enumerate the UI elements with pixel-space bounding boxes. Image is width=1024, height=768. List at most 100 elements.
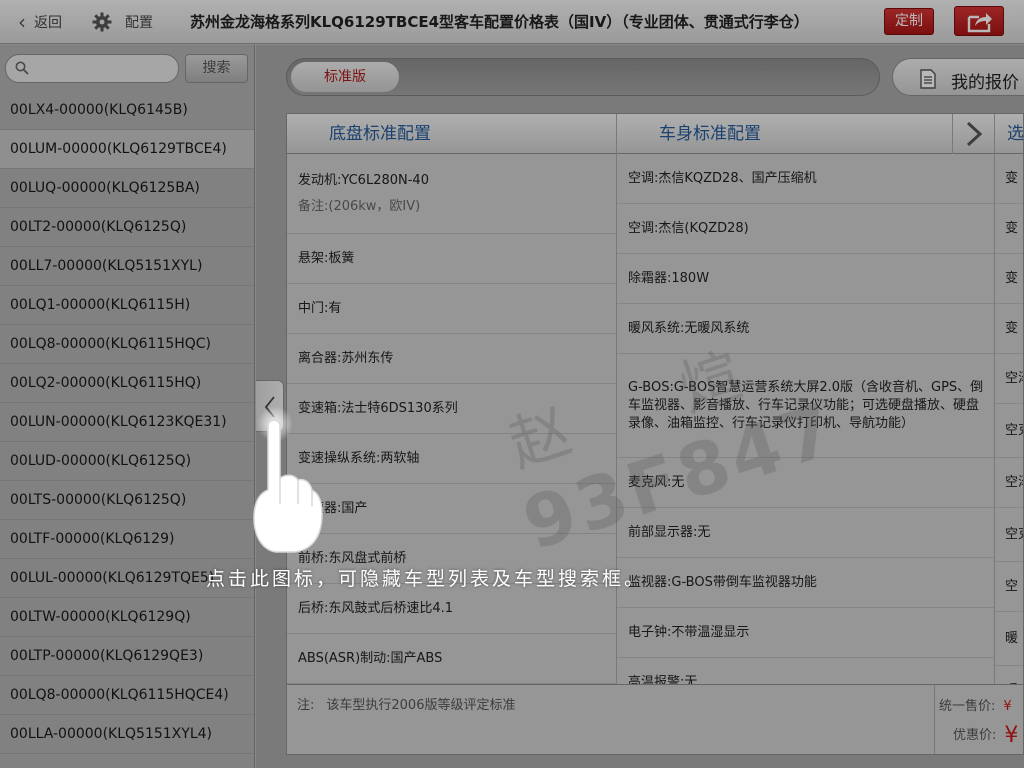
table-cell: 空克 (995, 508, 1023, 562)
cell-text: 离合器:苏州东传 (298, 350, 394, 366)
table-cell: 变速箱:法士特6DS130系列 (287, 384, 616, 434)
back-label: 返回 (34, 15, 62, 31)
table-cell: 空克 (995, 404, 1023, 458)
discount-price-label: 优惠价: (953, 728, 997, 743)
model-list: 00LX4-00000(KLQ6145B) 00LUM-00000(KLQ6129… (0, 91, 254, 754)
cell-text: 暖风系统:无暖风系统 (628, 320, 750, 336)
column-body: 空调:杰信KQZD28、国产压缩机 空调:杰信(KQZD28) 除霜器:180W 暖风… (617, 154, 995, 684)
model-list-item[interactable]: 00LX4-00000(KLQ6145B) (0, 91, 254, 130)
retail-price-currency: ¥ (1003, 699, 1012, 714)
main-panel: 标准版 我的报价 底盘标准配置 车身标准配置 选 发动机:YC6L280N-40… (256, 45, 1024, 768)
back-button[interactable]: ‹ 返回 (18, 10, 62, 34)
column-header-optional: 选 (1007, 124, 1024, 144)
config-button[interactable]: 配置 (92, 10, 153, 34)
version-tab-bar: 标准版 (286, 58, 880, 96)
search-box (5, 54, 179, 83)
search-button[interactable]: 搜索 (185, 54, 248, 83)
cell-text: 中门:有 (298, 300, 342, 316)
customize-button[interactable]: 定制 (884, 8, 934, 35)
cell-text: ABS(ASR)制动:国产ABS (298, 650, 443, 666)
cell-text: 悬架:板簧 (298, 250, 355, 266)
chevron-right-icon (966, 122, 983, 146)
table-cell: 前部显示器:无 (617, 508, 994, 558)
model-list-item[interactable]: 00LUM-00000(KLQ6129TBCE4) (0, 130, 254, 169)
cell-note: 备注:(206kw，欧IV) (298, 198, 421, 214)
model-sidebar: 搜索 00LX4-00000(KLQ6145B) 00LUM-00000(KLQ6… (0, 45, 255, 768)
discount-price: 优惠价: ¥ (953, 723, 1018, 748)
table-cell: 高温报警:无 (617, 658, 994, 685)
table-cell: 电子钟:不带温湿显示 (617, 608, 994, 658)
share-button[interactable] (954, 6, 1004, 36)
table-cell: 空泽 (995, 458, 1023, 508)
model-list-item[interactable]: 00LL7-00000(KLQ5151XYL) (0, 247, 254, 286)
config-table: 底盘标准配置 车身标准配置 选 发动机:YC6L280N-40 备注:(206kw… (286, 113, 1024, 755)
chevron-left-icon: ‹ (18, 10, 26, 34)
table-cell: 发动机:YC6L280N-40 备注:(206kw，欧IV) (287, 154, 616, 234)
model-list-item[interactable]: 00LQ2-00000(KLQ6115HQ) (0, 364, 254, 403)
model-list-item[interactable]: 00LUN-00000(KLQ6123KQE31) (0, 403, 254, 442)
table-cell: 空调:杰信KQZD28、国产压缩机 (617, 154, 994, 204)
model-list-item[interactable]: 00LUQ-00000(KLQ6125BA) (0, 169, 254, 208)
column-optional: 变变变变空泽空克空泽空克空暖暖 (995, 154, 1023, 684)
collapse-sidebar-button[interactable] (256, 380, 284, 432)
chevron-left-icon (264, 396, 275, 418)
model-list-item[interactable]: 00LQ8-00000(KLQ6115HQCE4) (0, 676, 254, 715)
next-column-button[interactable] (953, 114, 995, 154)
my-quote-button[interactable]: 我的报价 (892, 58, 1024, 96)
column-header-chassis: 底盘标准配置 (287, 114, 617, 154)
column-chassis: 发动机:YC6L280N-40 备注:(206kw，欧IV) 悬架:板簧中门:有离合… (287, 154, 617, 684)
price-box: 统一售价: ¥ 优惠价: ¥ (935, 684, 1023, 754)
search-input[interactable] (34, 59, 174, 79)
retail-price-label: 统一售价: (939, 699, 996, 714)
footer-note-label: 注: (297, 698, 315, 713)
my-quote-label: 我的报价 (951, 73, 1019, 93)
page-title: 苏州金龙海格系列KLQ6129TBCE4型客车配置价格表（国IV）（专业团体、贯… (190, 13, 809, 31)
table-body: 发动机:YC6L280N-40 备注:(206kw，欧IV) 悬架:板簧中门:有离合… (287, 154, 1023, 684)
table-cell: 暖风系统:无暖风系统 (617, 304, 994, 354)
table-cell: 中门:有 (287, 284, 616, 334)
model-list-item[interactable]: 00LTW-00000(KLQ6129Q) (0, 598, 254, 637)
cell-text: 空调:杰信KQZD28、国产压缩机 (628, 170, 817, 186)
table-cell: 变 (995, 204, 1023, 254)
cell-text: 缓速器:国产 (298, 500, 368, 516)
config-label: 配置 (125, 15, 153, 31)
gear-icon (92, 12, 112, 32)
cell-text: 变速箱:法士特6DS130系列 (298, 400, 458, 416)
share-icon (967, 13, 992, 33)
table-cell: 变 (995, 304, 1023, 354)
retail-price: 统一售价: ¥ (939, 695, 1012, 714)
table-cell: G-BOS:G-BOS智慧运营系统大屏2.0版（含收音机、GPS、倒车监视器、影… (617, 354, 994, 458)
table-cell: 空调:杰信(KQZD28) (617, 204, 994, 254)
cell-text: 空调:杰信(KQZD28) (628, 220, 749, 236)
discount-price-currency: ¥ (1004, 723, 1019, 748)
model-list-item[interactable]: 00LUD-00000(KLQ6125Q) (0, 442, 254, 481)
table-cell: 变 (995, 154, 1023, 204)
search-icon (15, 61, 29, 75)
cell-text: 变速操纵系统:两软轴 (298, 450, 420, 466)
table-cell: 变 (995, 254, 1023, 304)
table-cell: 空 (995, 562, 1023, 612)
table-cell: 空泽 (995, 354, 1023, 404)
table-cell: 暖 (995, 612, 1023, 666)
cell-text: 电子钟:不带温湿显示 (628, 624, 750, 640)
table-cell: 麦克风:无 (617, 458, 994, 508)
table-cell: 离合器:苏州东传 (287, 334, 616, 384)
table-cell: 后桥:东风鼓式后桥速比4.1 (287, 584, 616, 634)
model-list-item[interactable]: 00LUL-00000(KLQ6129TQE5) (0, 559, 254, 598)
table-cell: 除霜器:180W (617, 254, 994, 304)
table-cell: 缓速器:国产 (287, 484, 616, 534)
cell-text: 除霜器:180W (628, 270, 710, 286)
tab-standard-version[interactable]: 标准版 (291, 62, 399, 92)
table-cell: 悬架:板簧 (287, 234, 616, 284)
table-cell: ABS(ASR)制动:国产ABS (287, 634, 616, 684)
model-list-item[interactable]: 00LQ1-00000(KLQ6115H) (0, 286, 254, 325)
model-list-item[interactable]: 00LLA-00000(KLQ5151XYL4) (0, 715, 254, 754)
footer-note-text: 该车型执行2006版等级评定标准 (326, 698, 516, 713)
model-list-item[interactable]: 00LTF-00000(KLQ6129) (0, 520, 254, 559)
model-list-item[interactable]: 00LTS-00000(KLQ6125Q) (0, 481, 254, 520)
model-list-item[interactable]: 00LT2-00000(KLQ6125Q) (0, 208, 254, 247)
cell-text: 监视器:G-BOS带倒车监视器功能 (628, 574, 817, 590)
document-icon (920, 69, 936, 89)
model-list-item[interactable]: 00LQ8-00000(KLQ6115HQC) (0, 325, 254, 364)
model-list-item[interactable]: 00LTP-00000(KLQ6129QE3) (0, 637, 254, 676)
